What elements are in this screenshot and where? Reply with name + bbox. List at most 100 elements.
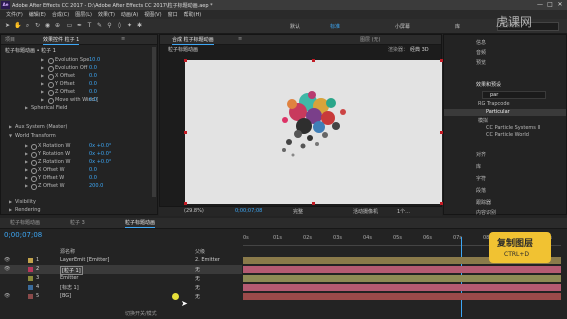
stopwatch-icon[interactable] [48, 98, 54, 104]
stopwatch-icon[interactable] [48, 58, 54, 64]
menu-composition[interactable]: 合成(C) [52, 11, 69, 18]
collapse-arrow-icon[interactable]: ▼ [9, 133, 12, 138]
panel-item[interactable]: 对齐 [444, 151, 566, 158]
canvas-handle[interactable] [184, 59, 187, 62]
menu-window[interactable]: 窗口 [168, 11, 178, 18]
expand-arrow-icon[interactable]: ▶ [9, 207, 12, 212]
expand-arrow-icon[interactable]: ▶ [41, 89, 44, 94]
layer-parent[interactable]: 无 [195, 293, 200, 300]
layer-row[interactable]: 3 Emitter 无 [0, 274, 242, 283]
timeline-timecode[interactable]: 0;00;07;08 [4, 231, 42, 239]
effects-search-input[interactable]: par [482, 91, 546, 99]
prop-row[interactable]: ▶ X Offset 0.0 [1, 73, 157, 80]
visibility-icon[interactable]: 👁 [4, 266, 10, 272]
menu-edit[interactable]: 编辑(E) [29, 11, 46, 18]
brush-tool-icon[interactable]: ✎ [96, 22, 103, 29]
camera-tool-icon[interactable]: ◉ [44, 22, 51, 29]
prop-row[interactable]: ▶ Evolution Spe 10.0 [1, 57, 157, 64]
preset-item[interactable]: CC Particle Systems II [444, 125, 566, 132]
roto-brush-tool-icon[interactable]: ✦ [126, 22, 133, 29]
menu-view[interactable]: 视图(V) [144, 11, 161, 18]
views-dropdown[interactable]: 1个... [397, 208, 410, 215]
tab-project[interactable]: 项目 [5, 36, 15, 43]
layer-parent[interactable]: 无 [195, 284, 200, 291]
label-color-swatch[interactable] [28, 285, 33, 290]
rotate-tool-icon[interactable]: ↻ [34, 22, 41, 29]
menu-file[interactable]: 文件(F) [6, 11, 23, 18]
label-color-swatch[interactable] [28, 276, 33, 281]
label-color-swatch[interactable] [28, 267, 33, 272]
renderer-value[interactable]: 经典 3D [410, 46, 429, 53]
prop-value[interactable]: 0.0 [89, 175, 97, 181]
prop-row[interactable]: ▶ Z Rotation W 0x +0.0° [1, 159, 157, 166]
prop-row[interactable]: ▶ Y Offset W 0.0 [1, 175, 157, 182]
canvas-handle[interactable] [184, 131, 187, 134]
menu-help[interactable]: 帮助(H) [184, 11, 202, 18]
prop-row[interactable]: ▶ X Rotation W 0x +0.0° [1, 143, 157, 150]
effect-controls-scrollbar[interactable] [152, 47, 156, 197]
panel-item[interactable]: 库 [444, 163, 566, 170]
prop-value[interactable]: 0.0 [89, 97, 97, 103]
prop-value[interactable]: 0x +0.0° [89, 143, 111, 149]
tab-composition[interactable]: 合成 粒子标题动画 [172, 36, 214, 45]
tab-layer[interactable]: 图层 (无) [360, 36, 381, 43]
expand-arrow-icon[interactable]: ▶ [41, 73, 44, 78]
canvas-handle[interactable] [184, 202, 187, 205]
tab-effect-controls[interactable]: 效果控件 粒子 1 [43, 36, 80, 45]
layer-track-bar[interactable] [243, 275, 561, 282]
panel-menu-icon[interactable]: ≡ [238, 36, 242, 42]
prop-row[interactable]: ▶ Y Rotation W 0x +0.0° [1, 151, 157, 158]
panel-item[interactable]: 预览 [444, 59, 566, 66]
prop-value[interactable]: 0x +0.0° [89, 151, 111, 157]
layer-parent[interactable]: 2. Emitter [195, 257, 220, 263]
layer-parent[interactable]: 无 [195, 275, 200, 282]
layer-row[interactable]: 👁 1 LayerEmit [Emitter] 2. Emitter [0, 256, 242, 265]
workspace-default[interactable]: 默认 [290, 23, 300, 30]
layer-name[interactable]: Emitter [60, 275, 78, 281]
prop-value[interactable]: 200.0 [89, 183, 103, 189]
layer-row-selected[interactable]: 👁 2 [粒子 1] 无 [0, 265, 242, 275]
expand-arrow-icon[interactable]: ▶ [41, 81, 44, 86]
panel-item[interactable]: 音频 [444, 49, 566, 56]
stopwatch-icon[interactable] [31, 184, 37, 190]
layer-track-bar[interactable] [243, 284, 561, 291]
puppet-tool-icon[interactable]: ✱ [136, 22, 143, 29]
preset-item[interactable]: CC Particle World [444, 132, 566, 139]
menu-animation[interactable]: 动画(A) [121, 11, 138, 18]
stopwatch-icon[interactable] [48, 74, 54, 80]
label-color-swatch[interactable] [28, 258, 33, 263]
prop-value[interactable]: 0.0 [89, 81, 97, 87]
preset-group[interactable]: RG Trapcode [444, 101, 566, 108]
prop-row[interactable]: ▶ Evolution Off 0.0 [1, 65, 157, 72]
menu-effect[interactable]: 效果(T) [98, 11, 115, 18]
clone-stamp-tool-icon[interactable]: ⚲ [106, 22, 113, 29]
prop-group-row[interactable]: ▶ Rendering [1, 207, 157, 214]
zoom-dropdown[interactable]: (29.8%) [184, 208, 204, 214]
toggle-switches-mode[interactable]: 切换开关/模式 [125, 310, 157, 317]
comp-timecode[interactable]: 0;00;07;08 [235, 208, 262, 214]
zoom-tool-icon[interactable]: ⌕ [24, 22, 31, 29]
visibility-icon[interactable]: 👁 [4, 257, 10, 263]
preset-item-selected[interactable]: Particular [444, 109, 566, 116]
layer-track-bar[interactable] [243, 266, 561, 273]
stopwatch-icon[interactable] [31, 168, 37, 174]
stopwatch-icon[interactable] [31, 152, 37, 158]
layer-row[interactable]: 👁 5 [BG] 无 [0, 292, 242, 301]
stopwatch-icon[interactable] [48, 82, 54, 88]
maximize-button[interactable]: □ [545, 0, 555, 10]
workspace-standard[interactable]: 标准 [330, 23, 340, 30]
layer-parent[interactable]: 无 [195, 266, 200, 273]
panel-item[interactable]: 内容识别 [444, 209, 566, 216]
minimize-button[interactable]: — [535, 0, 545, 10]
layer-row[interactable]: 4 [标志 1] 无 [0, 283, 242, 292]
layer-name[interactable]: LayerEmit [Emitter] [60, 257, 109, 263]
canvas-handle[interactable] [312, 59, 315, 62]
comp-subtab[interactable]: 粒子标题动画 [168, 46, 198, 53]
expand-arrow-icon[interactable]: ▶ [41, 65, 44, 70]
prop-row[interactable]: ▶ Y Offset 0.0 [1, 81, 157, 88]
prop-row[interactable]: ▶ Z Offset W 200.0 [1, 183, 157, 190]
prop-value[interactable]: 10.0 [89, 57, 100, 63]
workspace-library[interactable]: 库 [455, 23, 460, 30]
camera-dropdown[interactable]: 活动摄像机 [353, 208, 378, 215]
expand-arrow-icon[interactable]: ▶ [25, 143, 28, 148]
